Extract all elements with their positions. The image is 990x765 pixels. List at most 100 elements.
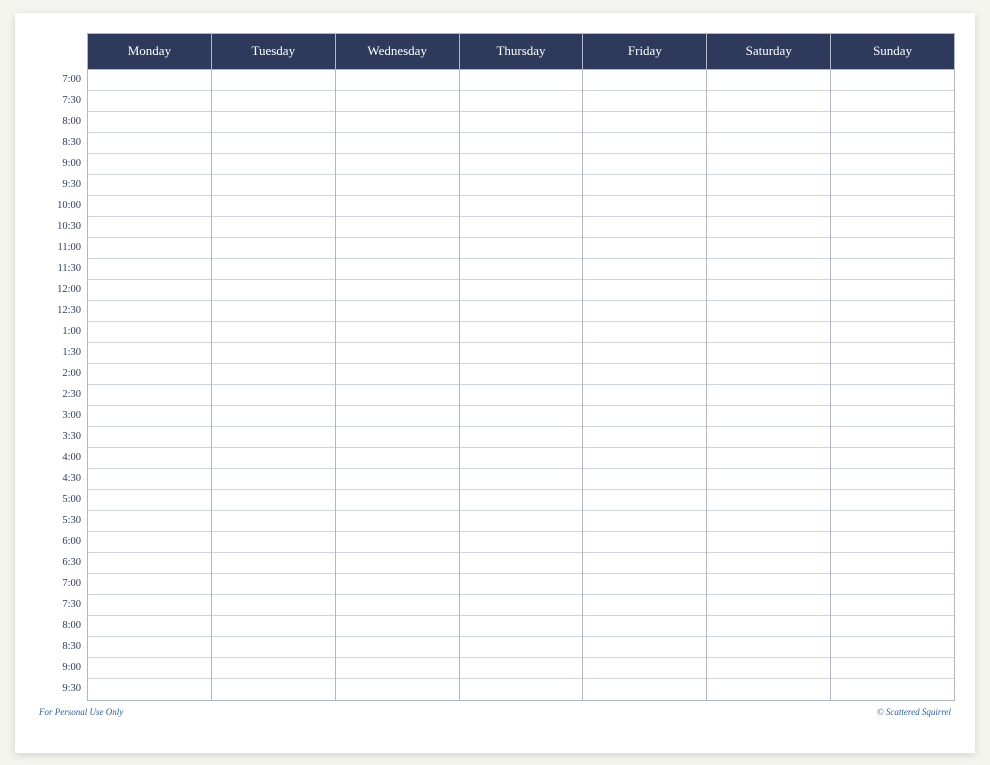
time-slot[interactable] xyxy=(212,532,335,553)
time-slot[interactable] xyxy=(583,259,706,280)
time-slot[interactable] xyxy=(831,70,954,91)
time-slot[interactable] xyxy=(583,322,706,343)
time-slot[interactable] xyxy=(831,133,954,154)
time-slot[interactable] xyxy=(460,154,583,175)
time-slot[interactable] xyxy=(460,343,583,364)
time-slot[interactable] xyxy=(212,112,335,133)
time-slot[interactable] xyxy=(88,91,211,112)
time-slot[interactable] xyxy=(88,364,211,385)
time-slot[interactable] xyxy=(831,385,954,406)
time-slot[interactable] xyxy=(583,595,706,616)
time-slot[interactable] xyxy=(583,217,706,238)
time-slot[interactable] xyxy=(336,196,459,217)
time-slot[interactable] xyxy=(460,658,583,679)
time-slot[interactable] xyxy=(460,406,583,427)
time-slot[interactable] xyxy=(336,238,459,259)
time-slot[interactable] xyxy=(336,469,459,490)
time-slot[interactable] xyxy=(583,343,706,364)
time-slot[interactable] xyxy=(583,133,706,154)
time-slot[interactable] xyxy=(707,679,830,700)
time-slot[interactable] xyxy=(460,280,583,301)
time-slot[interactable] xyxy=(88,637,211,658)
time-slot[interactable] xyxy=(336,91,459,112)
time-slot[interactable] xyxy=(212,154,335,175)
time-slot[interactable] xyxy=(336,322,459,343)
time-slot[interactable] xyxy=(88,595,211,616)
time-slot[interactable] xyxy=(88,238,211,259)
time-slot[interactable] xyxy=(707,343,830,364)
time-slot[interactable] xyxy=(212,679,335,700)
time-slot[interactable] xyxy=(336,637,459,658)
time-slot[interactable] xyxy=(460,427,583,448)
time-slot[interactable] xyxy=(88,490,211,511)
time-slot[interactable] xyxy=(88,259,211,280)
time-slot[interactable] xyxy=(336,406,459,427)
time-slot[interactable] xyxy=(88,133,211,154)
time-slot[interactable] xyxy=(212,448,335,469)
time-slot[interactable] xyxy=(88,511,211,532)
time-slot[interactable] xyxy=(460,511,583,532)
time-slot[interactable] xyxy=(707,364,830,385)
time-slot[interactable] xyxy=(707,637,830,658)
time-slot[interactable] xyxy=(831,196,954,217)
time-slot[interactable] xyxy=(707,196,830,217)
time-slot[interactable] xyxy=(460,637,583,658)
time-slot[interactable] xyxy=(831,553,954,574)
time-slot[interactable] xyxy=(831,658,954,679)
time-slot[interactable] xyxy=(831,280,954,301)
time-slot[interactable] xyxy=(88,301,211,322)
time-slot[interactable] xyxy=(460,385,583,406)
time-slot[interactable] xyxy=(336,154,459,175)
time-slot[interactable] xyxy=(336,448,459,469)
time-slot[interactable] xyxy=(336,511,459,532)
time-slot[interactable] xyxy=(831,637,954,658)
time-slot[interactable] xyxy=(460,469,583,490)
time-slot[interactable] xyxy=(336,532,459,553)
time-slot[interactable] xyxy=(460,532,583,553)
time-slot[interactable] xyxy=(831,595,954,616)
time-slot[interactable] xyxy=(831,532,954,553)
time-slot[interactable] xyxy=(460,196,583,217)
time-slot[interactable] xyxy=(212,175,335,196)
time-slot[interactable] xyxy=(583,70,706,91)
time-slot[interactable] xyxy=(336,658,459,679)
time-slot[interactable] xyxy=(88,679,211,700)
time-slot[interactable] xyxy=(583,532,706,553)
time-slot[interactable] xyxy=(336,364,459,385)
time-slot[interactable] xyxy=(212,259,335,280)
time-slot[interactable] xyxy=(831,490,954,511)
time-slot[interactable] xyxy=(460,217,583,238)
time-slot[interactable] xyxy=(583,91,706,112)
time-slot[interactable] xyxy=(88,343,211,364)
time-slot[interactable] xyxy=(88,553,211,574)
time-slot[interactable] xyxy=(460,175,583,196)
time-slot[interactable] xyxy=(212,658,335,679)
time-slot[interactable] xyxy=(831,427,954,448)
time-slot[interactable] xyxy=(707,301,830,322)
time-slot[interactable] xyxy=(212,490,335,511)
time-slot[interactable] xyxy=(212,385,335,406)
time-slot[interactable] xyxy=(88,196,211,217)
time-slot[interactable] xyxy=(831,448,954,469)
time-slot[interactable] xyxy=(88,532,211,553)
time-slot[interactable] xyxy=(707,154,830,175)
time-slot[interactable] xyxy=(212,427,335,448)
time-slot[interactable] xyxy=(583,385,706,406)
time-slot[interactable] xyxy=(831,259,954,280)
time-slot[interactable] xyxy=(336,217,459,238)
time-slot[interactable] xyxy=(336,616,459,637)
time-slot[interactable] xyxy=(583,301,706,322)
time-slot[interactable] xyxy=(212,364,335,385)
time-slot[interactable] xyxy=(336,70,459,91)
time-slot[interactable] xyxy=(583,658,706,679)
time-slot[interactable] xyxy=(831,91,954,112)
time-slot[interactable] xyxy=(460,301,583,322)
time-slot[interactable] xyxy=(831,217,954,238)
time-slot[interactable] xyxy=(212,70,335,91)
time-slot[interactable] xyxy=(88,574,211,595)
time-slot[interactable] xyxy=(88,469,211,490)
time-slot[interactable] xyxy=(707,112,830,133)
time-slot[interactable] xyxy=(831,322,954,343)
time-slot[interactable] xyxy=(88,175,211,196)
time-slot[interactable] xyxy=(583,637,706,658)
